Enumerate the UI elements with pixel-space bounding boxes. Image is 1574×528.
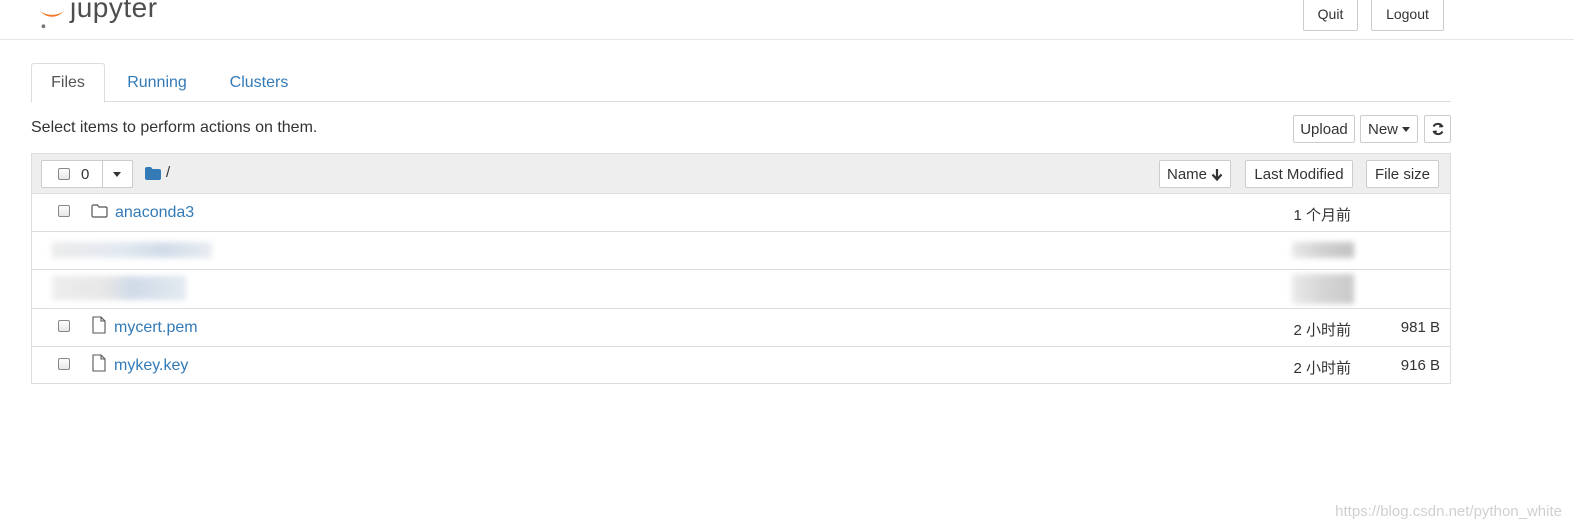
sort-file-size-button[interactable]: File size — [1366, 160, 1439, 188]
item-checkbox[interactable] — [58, 320, 70, 332]
file-icon — [92, 316, 106, 334]
breadcrumb-path[interactable]: / — [166, 164, 170, 181]
redacted-list-item[interactable] — [32, 232, 1450, 270]
item-size: 981 B — [1400, 319, 1440, 336]
logout-button[interactable]: Logout — [1371, 0, 1444, 31]
refresh-button[interactable] — [1424, 115, 1451, 143]
select-all-checkbox[interactable] — [58, 168, 70, 180]
new-button-label: New — [1367, 120, 1398, 138]
sort-name-label: Name — [1166, 165, 1207, 183]
list-item[interactable]: mykey.key 2 小时前 916 B — [32, 347, 1450, 385]
list-item[interactable]: anaconda3 1 个月前 — [32, 194, 1450, 232]
item-checkbox[interactable] — [58, 358, 70, 370]
file-list-panel: 0 / Name Last Modified File size anacond… — [31, 153, 1451, 384]
folder-outline-icon — [91, 204, 108, 218]
tab-running[interactable]: Running — [117, 63, 197, 102]
refresh-icon — [1432, 122, 1443, 136]
redacted-name — [52, 276, 186, 300]
tab-clusters[interactable]: Clusters — [219, 63, 299, 102]
selected-count: 0 — [81, 166, 90, 183]
arrow-down-icon — [1211, 168, 1223, 181]
new-button[interactable]: New — [1360, 115, 1418, 143]
select-all-group[interactable]: 0 — [41, 160, 133, 188]
watermark-text: https://blog.csdn.net/python_white — [1335, 503, 1562, 520]
item-name-link[interactable]: mycert.pem — [114, 319, 198, 337]
select-menu-caret-icon[interactable] — [113, 172, 121, 177]
redacted-modified — [1292, 274, 1354, 304]
caret-down-icon — [1402, 126, 1410, 132]
select-items-message: Select items to perform actions on them. — [31, 119, 318, 136]
folder-icon[interactable] — [145, 167, 161, 180]
item-modified: 2 小时前 — [1293, 322, 1351, 339]
item-checkbox[interactable] — [58, 205, 70, 217]
select-divider — [102, 161, 103, 187]
header-bar: jupyter Quit Logout — [0, 0, 1574, 40]
jupyter-logo-text[interactable]: jupyter — [70, 0, 158, 24]
quit-button[interactable]: Quit — [1303, 0, 1358, 31]
sort-last-modified-button[interactable]: Last Modified — [1245, 160, 1353, 188]
item-modified: 1 个月前 — [1293, 207, 1351, 224]
redacted-list-item[interactable] — [32, 270, 1450, 309]
sort-name-button[interactable]: Name — [1159, 160, 1231, 188]
list-item[interactable]: mycert.pem 2 小时前 981 B — [32, 309, 1450, 347]
file-list-header: 0 / Name Last Modified File size — [32, 154, 1450, 194]
jupyter-logo-icon — [39, 11, 65, 29]
tab-bar: Files Running Clusters — [31, 63, 1451, 103]
item-name-link[interactable]: mykey.key — [114, 357, 188, 375]
file-icon — [92, 354, 106, 372]
upload-button[interactable]: Upload — [1293, 115, 1355, 143]
redacted-modified — [1292, 242, 1354, 258]
tab-files[interactable]: Files — [31, 63, 105, 103]
item-size: 916 B — [1400, 357, 1440, 374]
item-modified: 2 小时前 — [1293, 360, 1351, 377]
item-name-link[interactable]: anaconda3 — [115, 204, 194, 222]
redacted-name — [52, 242, 212, 258]
